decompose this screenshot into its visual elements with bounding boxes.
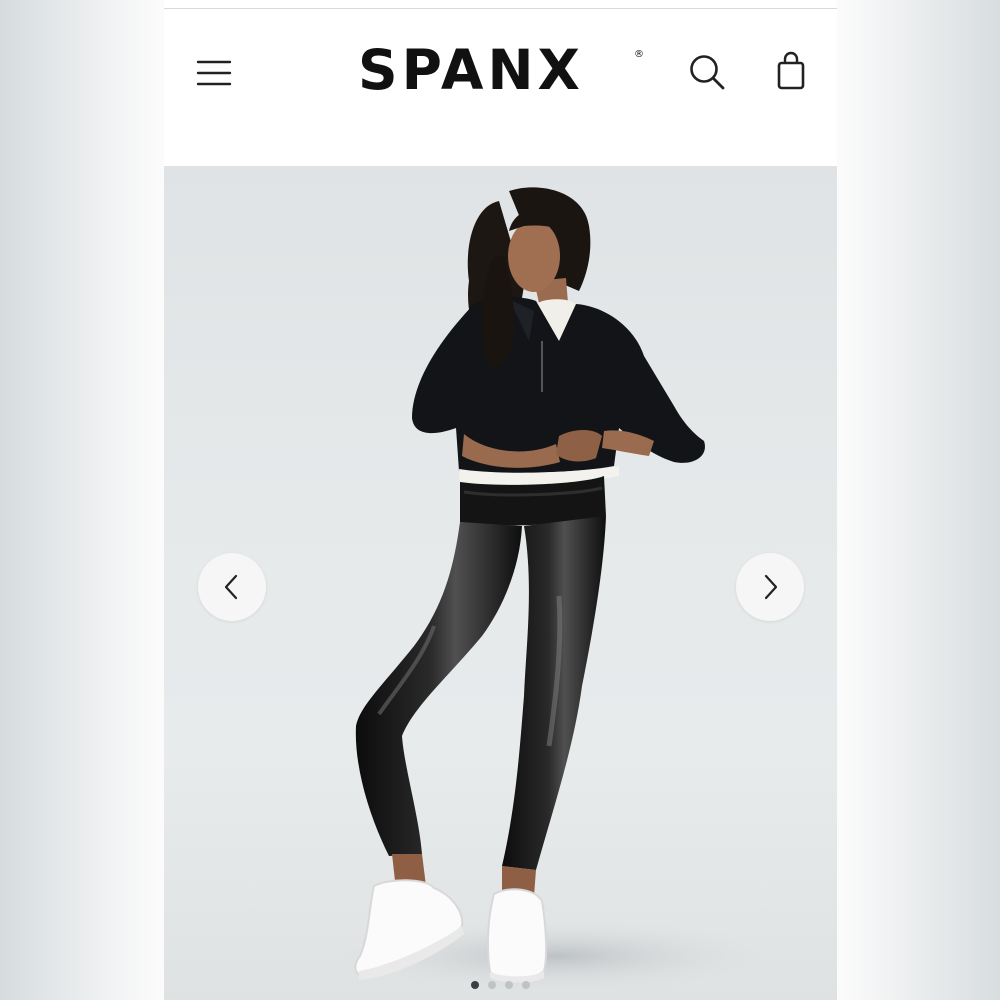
previous-image-button[interactable]: [198, 553, 266, 621]
chevron-right-icon: [764, 574, 778, 600]
mobile-page: SPANX ®: [164, 0, 837, 1000]
carousel-dot[interactable]: [488, 981, 496, 989]
hamburger-menu-icon: [196, 60, 232, 86]
carousel-dot[interactable]: [505, 981, 513, 989]
carousel-dot[interactable]: [471, 981, 479, 989]
registered-trademark: ®: [634, 49, 644, 60]
search-icon: [690, 55, 725, 90]
carousel-pagination: [471, 981, 530, 991]
search-button[interactable]: [688, 53, 726, 91]
carousel-dot[interactable]: [522, 981, 530, 989]
spanx-logo[interactable]: SPANX: [358, 39, 584, 101]
menu-button[interactable]: [196, 59, 232, 87]
product-image-carousel[interactable]: [164, 166, 837, 1000]
shopping-bag-icon: [777, 51, 805, 90]
next-image-button[interactable]: [736, 553, 804, 621]
shopping-bag-button[interactable]: [776, 51, 806, 91]
chevron-left-icon: [224, 574, 238, 600]
site-header: SPANX ®: [164, 9, 837, 166]
